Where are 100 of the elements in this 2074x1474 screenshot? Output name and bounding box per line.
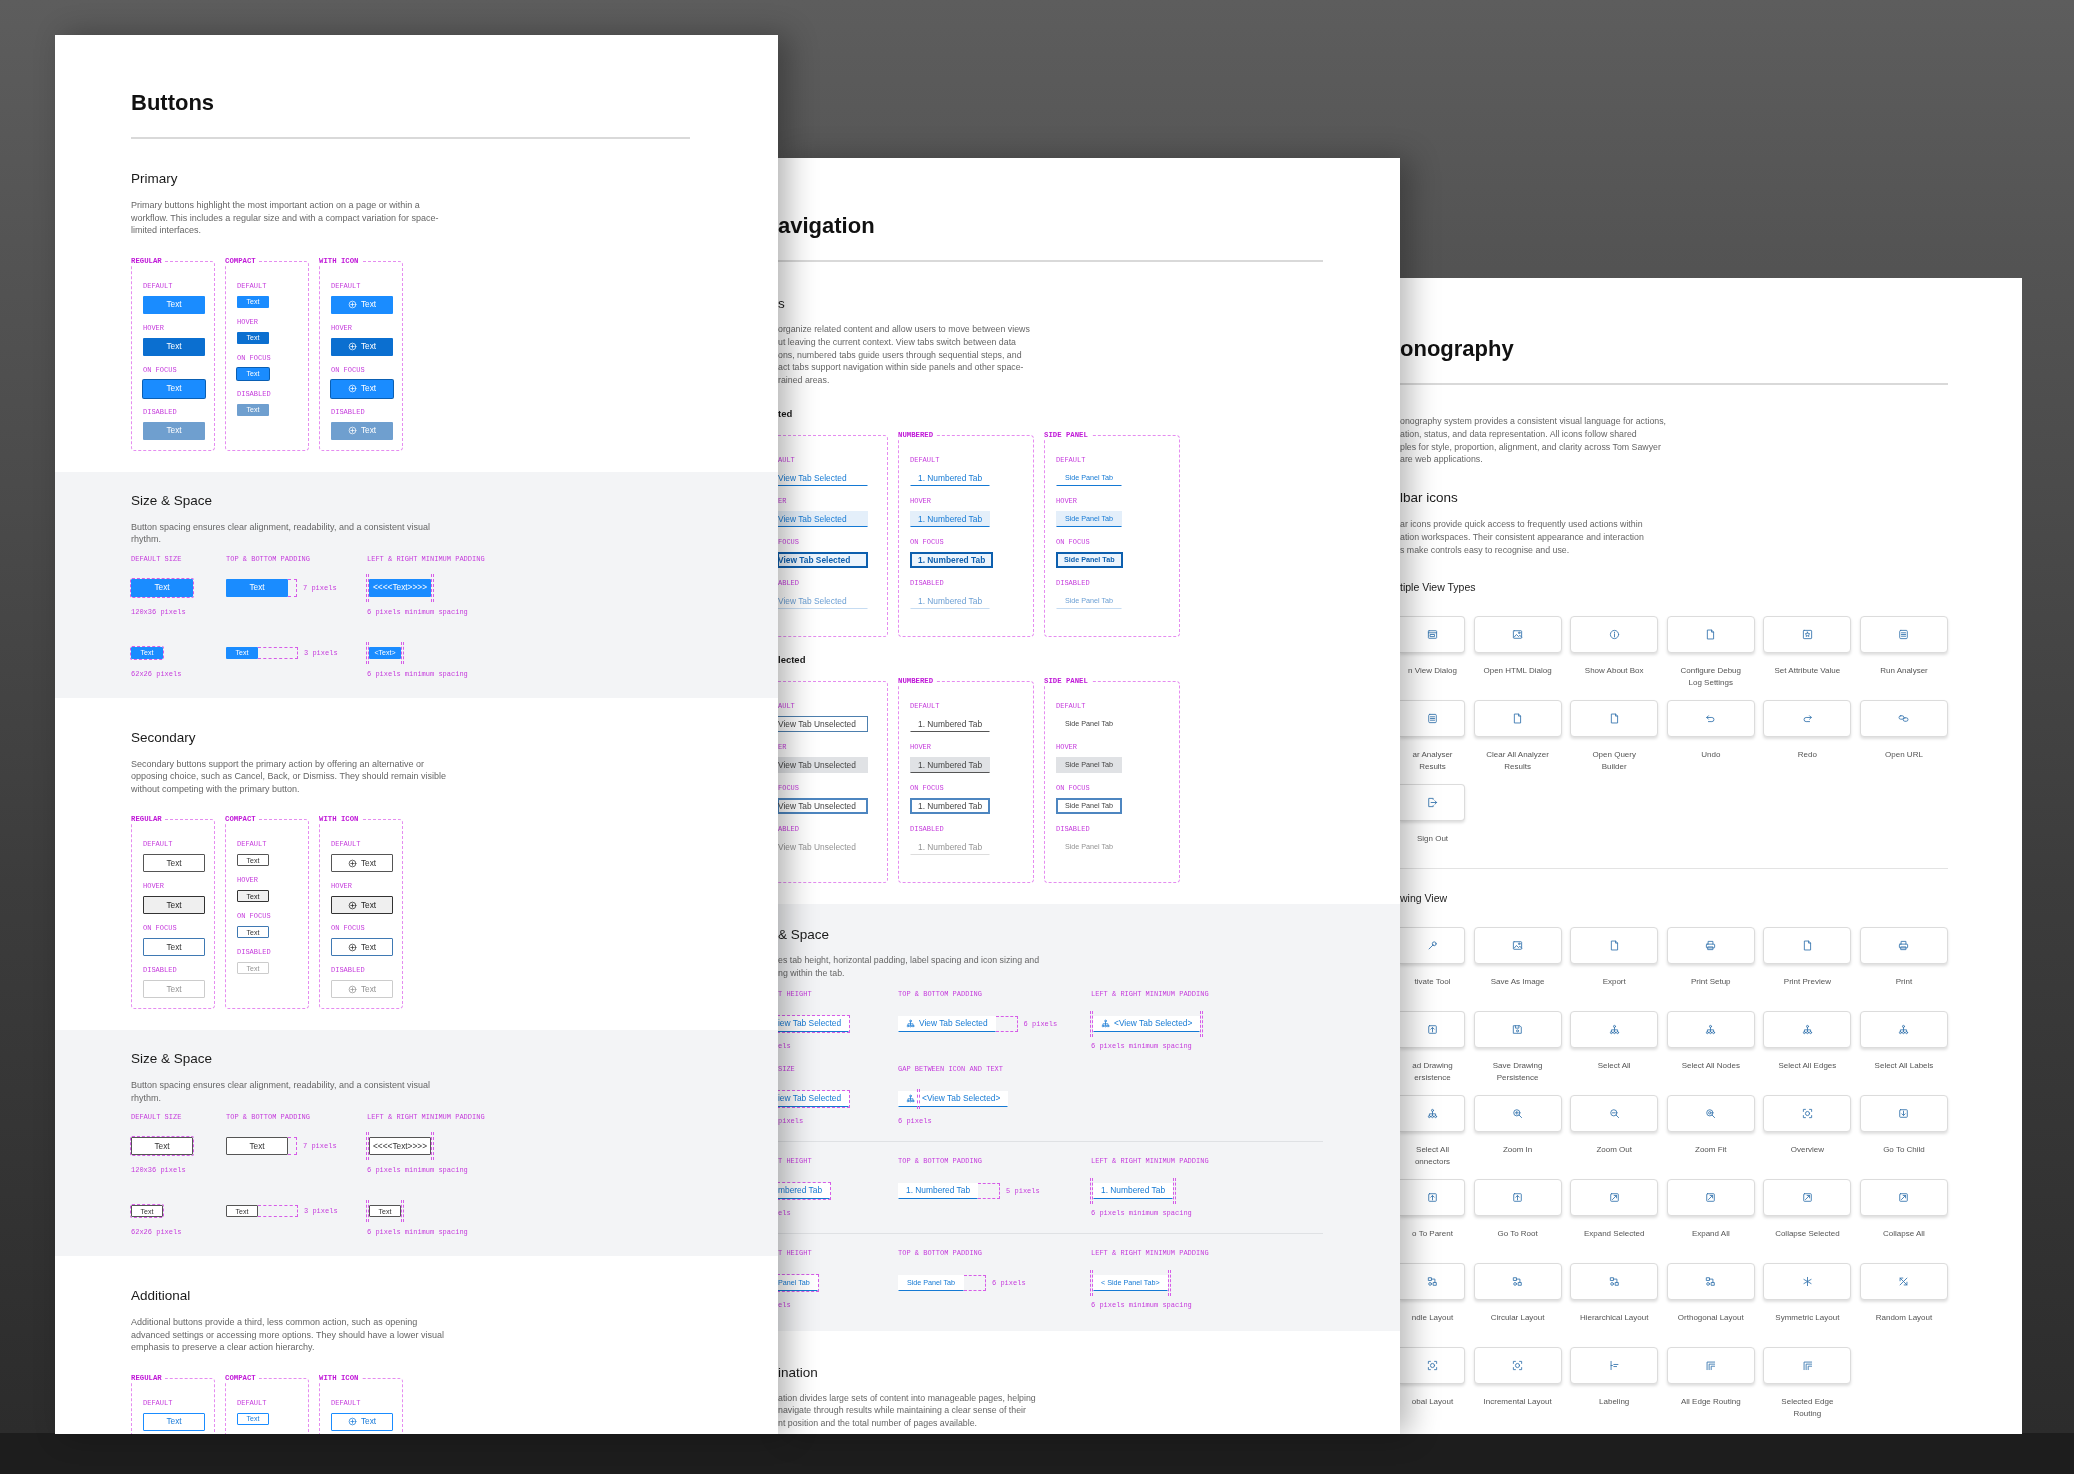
toolbar-button[interactable] [1400, 1178, 1465, 1216]
toolbar-button[interactable] [1666, 1010, 1755, 1048]
toolbar-button[interactable] [1473, 926, 1562, 964]
document-icon [1512, 712, 1524, 724]
view-tab[interactable]: iew Tab Selected [778, 1015, 850, 1032]
toolbar-button[interactable] [1763, 1346, 1852, 1384]
tile-label: Symmetric Layout [1774, 1311, 1841, 1324]
document-icon [1608, 939, 1620, 951]
toolbar-button[interactable] [1473, 1010, 1562, 1048]
guide-line [1173, 1177, 1177, 1204]
sample-button[interactable]: Text [143, 896, 205, 914]
sample-button[interactable]: Text [226, 578, 288, 597]
toolbar-button[interactable] [1400, 1010, 1465, 1048]
guide-line [917, 1088, 920, 1109]
toolbar-button[interactable] [1859, 1010, 1948, 1048]
toolbar-button[interactable] [1570, 1346, 1659, 1384]
toolbar-button[interactable] [1400, 699, 1465, 737]
sample-button[interactable]: Text [143, 337, 205, 356]
target-icon [1512, 1359, 1524, 1371]
sample-button[interactable]: Text [331, 1412, 393, 1431]
tile-label: Select All Edges [1777, 1059, 1838, 1072]
toolbar-button[interactable] [1666, 1346, 1755, 1384]
toolbar-button[interactable] [1666, 1094, 1755, 1132]
toolbar-button[interactable] [1473, 615, 1562, 653]
toolbar-button[interactable] [1666, 1178, 1755, 1216]
toolbar-button[interactable] [1859, 615, 1948, 653]
view-tab[interactable]: <View Tab Selected> [898, 1090, 1009, 1107]
sample-button[interactable]: Text [143, 1412, 205, 1431]
toolbar-button[interactable] [1570, 926, 1659, 964]
view-tab[interactable]: iew Tab Selected [778, 1090, 850, 1107]
toolbar-button[interactable] [1570, 699, 1659, 737]
toolbar-button[interactable] [1473, 1346, 1562, 1384]
toolbar-button[interactable] [1473, 1178, 1562, 1216]
toolbar-button[interactable] [1859, 1178, 1948, 1216]
toolbar-button[interactable] [1400, 1262, 1465, 1300]
sample-button[interactable]: <<<<Text>>>> [369, 578, 431, 597]
toolbar-button[interactable] [1666, 699, 1755, 737]
toolbar-button[interactable] [1666, 615, 1755, 653]
toolbar-button[interactable] [1859, 926, 1948, 964]
view-tab[interactable]: View Tab Unselected [778, 716, 868, 732]
tile-label: Undo [1700, 748, 1722, 761]
toolbar-button[interactable] [1763, 1010, 1852, 1048]
toolbar-button[interactable] [1473, 1094, 1562, 1132]
sample-button[interactable]: Text [143, 295, 205, 314]
view-tab[interactable]: View Tab Selected [778, 552, 868, 568]
toolbar-button[interactable] [1473, 1262, 1562, 1300]
toolbar-button[interactable] [1666, 1262, 1755, 1300]
numbered-tab[interactable]: 1. Numbered Tab [910, 716, 991, 732]
sample-button[interactable]: Text [331, 938, 393, 956]
toolbar-button[interactable] [1473, 699, 1562, 737]
toolbar-button[interactable] [1763, 615, 1852, 653]
toolbar-button[interactable] [1763, 1262, 1852, 1300]
sample-button[interactable]: Text [143, 379, 205, 398]
view-tab[interactable]: <View Tab Selected> [1093, 1015, 1201, 1032]
toolbar-button[interactable] [1570, 1094, 1659, 1132]
sample-button[interactable]: Text [331, 854, 393, 872]
description-line: ar icons provide quick access to frequently used actions within [1400, 518, 1644, 531]
numbered-tab[interactable]: 1. Numbered Tab [910, 552, 994, 568]
view-tab[interactable]: View Tab Selected [898, 1015, 996, 1032]
numbered-tab[interactable]: 1. Numbered Tab [910, 798, 991, 814]
sample-button[interactable]: Text [331, 896, 393, 914]
toolbar-button[interactable] [1859, 699, 1948, 737]
toolbar-button[interactable] [1570, 1262, 1659, 1300]
diagonal-arrow-icon [1705, 1191, 1717, 1203]
toolbar-button[interactable] [1570, 615, 1659, 653]
toolbar-button[interactable] [1666, 926, 1755, 964]
view-tab[interactable]: View Tab Selected [778, 511, 868, 527]
view-tab[interactable]: View Tab Selected [778, 470, 868, 486]
toolbar-button[interactable] [1763, 1094, 1852, 1132]
numbered-tab[interactable]: mbered Tab [778, 1182, 831, 1199]
toolbar-button[interactable] [1763, 1178, 1852, 1216]
sample-button[interactable]: Text [226, 1137, 288, 1155]
toolbar-button[interactable] [1400, 1346, 1465, 1384]
section-description: Button spacing ensures clear alignment, readability, and a consistent visual rhythm. [131, 520, 431, 546]
toolbar-button[interactable] [1400, 1094, 1465, 1132]
numbered-tab[interactable]: 1. Numbered Tab [1093, 1182, 1174, 1199]
section-heading: Additional [131, 1287, 192, 1305]
sample-button[interactable]: Text [143, 854, 205, 872]
numbered-tab[interactable]: 1. Numbered Tab [910, 757, 991, 773]
toolbar-button[interactable] [1400, 783, 1465, 821]
numbered-tab[interactable]: 1. Numbered Tab [898, 1182, 979, 1199]
tile-label: Hierarchical Layout [1579, 1311, 1650, 1324]
numbered-tab[interactable]: 1. Numbered Tab [910, 470, 991, 486]
sample-button[interactable]: Text [131, 1137, 193, 1155]
sample-button[interactable]: Text [143, 938, 205, 956]
numbered-tab[interactable]: 1. Numbered Tab [910, 511, 991, 527]
toolbar-button[interactable] [1570, 1178, 1659, 1216]
sample-button[interactable]: Text [331, 337, 393, 356]
sample-button[interactable]: <<<<Text>>>> [369, 1137, 431, 1155]
toolbar-button[interactable] [1859, 1262, 1948, 1300]
toolbar-button[interactable] [1763, 926, 1852, 964]
toolbar-button[interactable] [1400, 926, 1465, 964]
sample-button[interactable]: Text [331, 295, 393, 314]
toolbar-button[interactable] [1763, 699, 1852, 737]
toolbar-button[interactable] [1570, 1010, 1659, 1048]
toolbar-button[interactable] [1859, 1094, 1948, 1132]
toolbar-button[interactable] [1400, 615, 1465, 653]
sample-button[interactable]: Text [331, 379, 393, 398]
sample-button[interactable]: Text [131, 578, 193, 597]
view-tab[interactable]: View Tab Unselected [778, 757, 868, 773]
